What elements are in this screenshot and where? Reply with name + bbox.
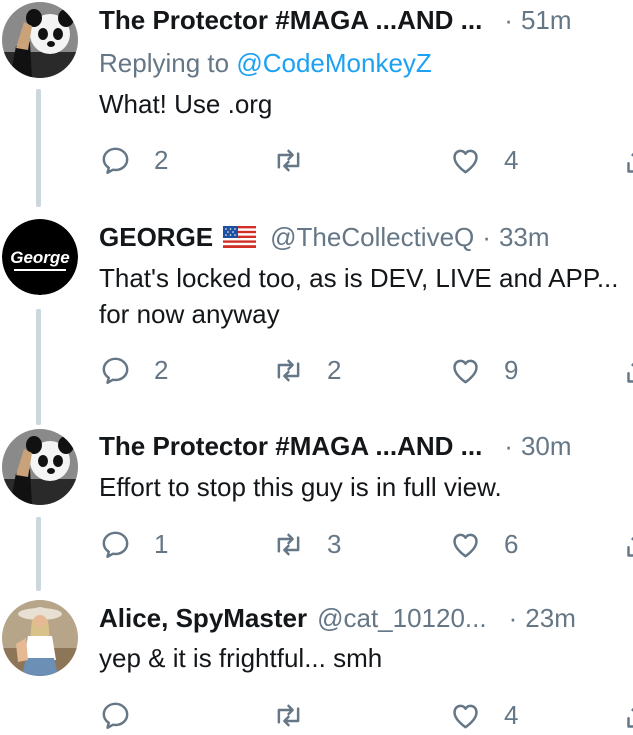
avatar[interactable] (2, 2, 78, 78)
author-name[interactable]: GEORGE (99, 220, 213, 254)
share-button[interactable] (623, 350, 633, 390)
tweet-actions: 2 2 9 (99, 350, 633, 390)
separator-dot: · (482, 222, 491, 252)
retweet-icon (277, 149, 300, 171)
like-count: 9 (504, 354, 519, 385)
tweet-text: What! Use .org (99, 89, 273, 119)
reply-button[interactable]: 2 (99, 140, 168, 180)
retweet-icon (277, 533, 300, 555)
retweet-count: 3 (327, 528, 342, 559)
retweet-button[interactable] (272, 695, 327, 735)
share-icon (627, 152, 633, 173)
share-icon (627, 362, 633, 383)
timestamp[interactable]: 23m (525, 601, 576, 635)
replying-prefix: Replying to (99, 48, 237, 78)
tweet-actions: 1 3 6 (99, 524, 633, 564)
separator-dot: · (504, 5, 513, 35)
heart-icon (453, 533, 478, 557)
like-button[interactable]: 9 (449, 350, 518, 390)
author-handle[interactable]: @cat_10120... (317, 601, 487, 635)
avatar-logo-text: George (10, 248, 70, 267)
tweet-actions: 4 (99, 695, 633, 735)
tweet-actions: 2 4 (99, 140, 633, 180)
tweet[interactable]: Alice, SpyMaster @cat_10120... · 23m yep… (0, 592, 633, 731)
tweet[interactable]: The Protector #MAGA ...AND ... · 51m Rep… (0, 0, 633, 207)
tweet-header: GEORGE @TheCollectiveQ · 33m (99, 220, 633, 254)
tweet-text: Effort to stop this guy is in full view. (99, 472, 502, 502)
avatar[interactable]: George (2, 219, 78, 295)
like-count: 4 (504, 699, 519, 730)
thread-line (36, 309, 41, 425)
mention-link[interactable]: @CodeMonkeyZ (236, 48, 431, 78)
avatar[interactable] (2, 600, 78, 676)
reply-button[interactable]: 1 (99, 524, 168, 564)
retweet-button[interactable] (272, 140, 327, 180)
reply-icon (102, 702, 129, 729)
reply-button[interactable] (99, 695, 154, 735)
tweet[interactable]: George GEORGE @TheCollectiveQ · 33m That… (0, 205, 633, 427)
avatar[interactable] (2, 429, 78, 505)
reply-icon (102, 531, 129, 558)
timestamp[interactable]: 30m (521, 429, 572, 463)
tweet[interactable]: The Protector #MAGA ...AND ... · 30m Eff… (0, 427, 633, 592)
like-button[interactable]: 4 (449, 140, 518, 180)
share-button[interactable] (623, 695, 633, 735)
timestamp[interactable]: 51m (521, 3, 572, 37)
reply-icon (102, 147, 129, 174)
heart-icon (453, 704, 478, 728)
separator-dot: · (508, 603, 518, 633)
tweet-header: The Protector #MAGA ...AND ... · 30m (99, 429, 633, 463)
thread-line (36, 517, 41, 591)
author-name[interactable]: The Protector #MAGA ...AND ... (99, 429, 482, 463)
reply-count: 2 (154, 144, 169, 175)
retweet-button[interactable]: 3 (272, 524, 341, 564)
author-handle[interactable]: @TheCollectiveQ (270, 220, 474, 254)
thread-line (36, 89, 41, 207)
retweet-icon (277, 704, 300, 726)
reply-icon (102, 357, 129, 384)
timestamp[interactable]: 33m (499, 220, 550, 254)
reply-count: 2 (154, 354, 169, 385)
retweet-count: 2 (327, 354, 342, 385)
like-button[interactable]: 6 (449, 524, 518, 564)
author-name[interactable]: Alice, SpyMaster (99, 601, 307, 635)
us-flag-icon (223, 226, 257, 248)
like-count: 4 (504, 144, 519, 175)
separator-dot: · (504, 431, 513, 461)
share-icon (627, 536, 633, 557)
heart-icon (453, 359, 478, 383)
replying-to: Replying to @CodeMonkeyZ (99, 48, 432, 79)
tweet-text: yep & it is frightful... smh (99, 643, 383, 673)
share-button[interactable] (623, 140, 633, 180)
share-icon (627, 707, 633, 728)
reply-button[interactable]: 2 (99, 350, 168, 390)
heart-icon (453, 149, 478, 173)
like-count: 6 (504, 528, 519, 559)
tweet-header: Alice, SpyMaster @cat_10120... · 23m (99, 601, 633, 635)
retweet-icon (277, 359, 300, 381)
tweet-text: That's locked too, as is DEV, LIVE and A… (99, 263, 619, 329)
like-button[interactable]: 4 (449, 695, 518, 735)
share-button[interactable] (623, 524, 633, 564)
retweet-button[interactable]: 2 (272, 350, 341, 390)
reply-count: 1 (154, 528, 169, 559)
tweet-header: The Protector #MAGA ...AND ... · 51m (99, 3, 633, 37)
author-name[interactable]: The Protector #MAGA ...AND ... (99, 3, 482, 37)
